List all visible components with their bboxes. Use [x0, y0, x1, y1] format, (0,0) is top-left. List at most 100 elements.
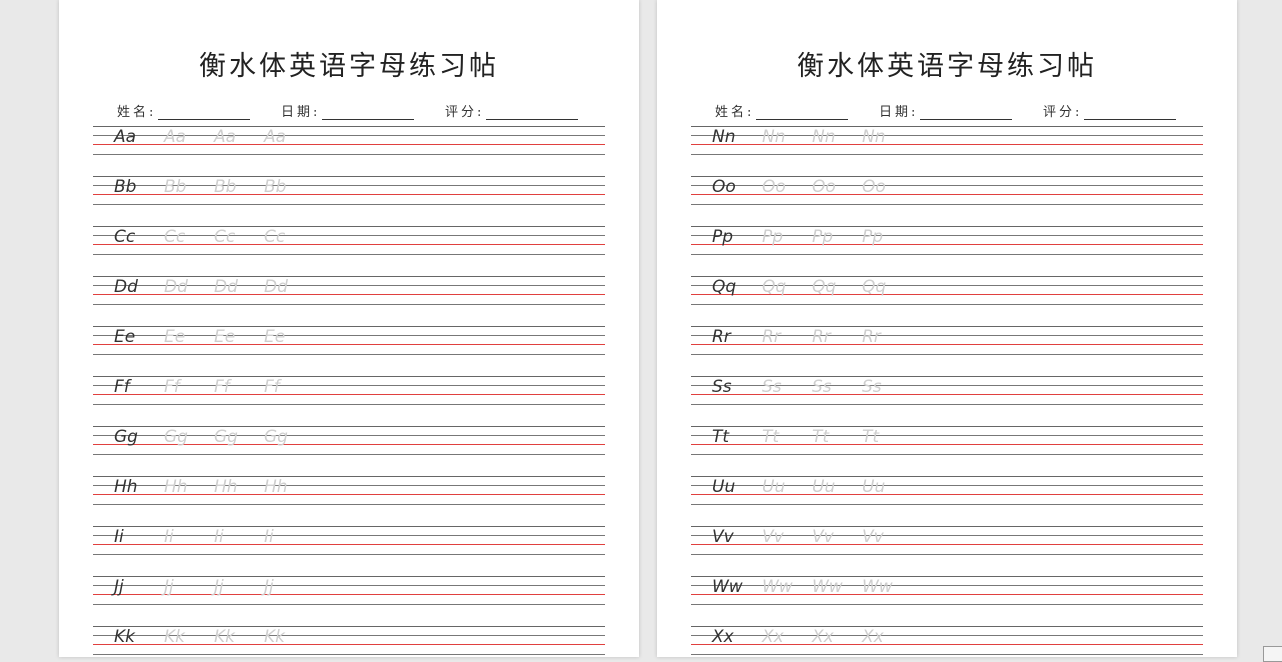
model-letter: Pp	[712, 227, 734, 247]
trace-letter: Ww	[812, 577, 843, 597]
date-blank	[920, 105, 1013, 120]
practice-row: Kk Kk Kk Kk	[93, 626, 605, 657]
model-letter: Ww	[712, 577, 743, 597]
practice-row: Cc Cc Cc Cc	[93, 226, 605, 276]
guide-line	[93, 404, 605, 405]
trace-letter: Tt	[762, 427, 780, 447]
score-label: 评分:	[445, 105, 485, 120]
trace-letter: Ss	[762, 377, 782, 397]
guide-line	[691, 554, 1203, 555]
model-letter: Gg	[114, 427, 138, 447]
trace-letter: Uu	[812, 477, 836, 497]
trace-letter: Xx	[862, 627, 884, 647]
trace-letter: Oo	[812, 177, 836, 197]
practice-row: Tt Tt Tt Tt	[691, 426, 1203, 476]
practice-rows: Aa Aa Aa Aa Bb Bb Bb Bb Cc Cc Cc Cc Dd Dd Dd Dd Ee Ee Ee Ee…	[93, 126, 605, 657]
practice-row: Qq Qq Qq Qq	[691, 276, 1203, 326]
info-fields: 姓名: 日期: 评分:	[117, 101, 597, 120]
trace-letter: Tt	[812, 427, 830, 447]
trace-letter: Qq	[862, 277, 887, 297]
model-letter: Bb	[114, 177, 137, 197]
trace-letter: Uu	[762, 477, 786, 497]
trace-letter: Hh	[264, 477, 288, 497]
practice-row: Ii Ii Ii Ii	[93, 526, 605, 576]
model-letter: Aa	[114, 127, 137, 147]
guide-line	[93, 354, 605, 355]
trace-letter: Cc	[264, 227, 286, 247]
info-fields: 姓名: 日期: 评分:	[715, 101, 1195, 120]
model-letter: Ss	[712, 377, 732, 397]
model-letter: Qq	[712, 277, 737, 297]
trace-letter: Nn	[862, 127, 886, 147]
model-letter: Uu	[712, 477, 736, 497]
trace-letter: Gg	[264, 427, 288, 447]
worksheet-page-left: 衡水体英语字母练习帖 姓名: 日期: 评分: Aa Aa Aa Aa Bb Bb Bb Bb C…	[59, 0, 639, 657]
guide-line	[93, 254, 605, 255]
trace-letter: Oo	[862, 177, 886, 197]
practice-row: Rr Rr Rr Rr	[691, 326, 1203, 376]
trace-letter: Gg	[164, 427, 188, 447]
model-letter: Ii	[114, 527, 124, 547]
date-field: 日期:	[879, 101, 1013, 120]
practice-row: Bb Bb Bb Bb	[93, 176, 605, 226]
trace-letter: Ee	[264, 327, 286, 347]
model-letter: Hh	[114, 477, 138, 497]
trace-letter: Ss	[862, 377, 882, 397]
trace-letter: Kk	[214, 627, 235, 647]
practice-row: Aa Aa Aa Aa	[93, 126, 605, 176]
model-letter: Xx	[712, 627, 734, 647]
model-letter: Nn	[712, 127, 736, 147]
trace-letter: Ff	[164, 377, 180, 397]
practice-row: Ss Ss Ss Ss	[691, 376, 1203, 426]
practice-rows: Nn Nn Nn Nn Oo Oo Oo Oo Pp Pp Pp Pp Qq Qq Qq Qq Rr Rr Rr Rr…	[691, 126, 1203, 657]
guide-line	[93, 654, 605, 655]
trace-letter: Nn	[762, 127, 786, 147]
trace-letter: Tt	[862, 427, 880, 447]
trace-letter: Dd	[214, 277, 238, 297]
model-letter: Rr	[712, 327, 731, 347]
practice-row: Hh Hh Hh Hh	[93, 476, 605, 526]
trace-letter: Bb	[264, 177, 287, 197]
trace-letter: Qq	[762, 277, 787, 297]
trace-letter: Pp	[762, 227, 784, 247]
trace-letter: Dd	[164, 277, 188, 297]
guide-line	[93, 604, 605, 605]
guide-line	[93, 204, 605, 205]
trace-letter: Ee	[214, 327, 236, 347]
guide-line	[691, 654, 1203, 655]
trace-letter: Kk	[264, 627, 285, 647]
score-blank	[486, 105, 579, 120]
guide-line	[691, 154, 1203, 155]
practice-row: Gg Gg Gg Gg	[93, 426, 605, 476]
practice-row: Jj Jj Jj Jj	[93, 576, 605, 626]
name-blank	[158, 105, 251, 120]
page-title: 衡水体英语字母练习帖	[797, 51, 1097, 82]
trace-letter: Rr	[812, 327, 831, 347]
page-title: 衡水体英语字母练习帖	[199, 51, 499, 82]
model-letter: Ee	[114, 327, 136, 347]
name-blank	[756, 105, 849, 120]
trace-letter: Vv	[862, 527, 884, 547]
view-toggle-button[interactable]	[1263, 646, 1282, 662]
score-field: 评分:	[445, 101, 579, 120]
trace-letter: Rr	[862, 327, 881, 347]
practice-row: Pp Pp Pp Pp	[691, 226, 1203, 276]
guide-line	[691, 504, 1203, 505]
trace-letter: Vv	[762, 527, 784, 547]
guide-line	[691, 354, 1203, 355]
name-field: 姓名:	[715, 101, 849, 120]
guide-line	[93, 154, 605, 155]
trace-letter: Aa	[214, 127, 237, 147]
guide-line	[691, 304, 1203, 305]
model-letter: Dd	[114, 277, 138, 297]
trace-letter: Hh	[214, 477, 238, 497]
trace-letter: Ee	[164, 327, 186, 347]
trace-letter: Jj	[214, 577, 224, 597]
trace-letter: Jj	[264, 577, 274, 597]
model-letter: Jj	[114, 577, 124, 597]
guide-line	[93, 504, 605, 505]
trace-letter: Kk	[164, 627, 185, 647]
guide-line	[93, 304, 605, 305]
name-label: 姓名:	[715, 105, 755, 120]
trace-letter: Ww	[862, 577, 893, 597]
